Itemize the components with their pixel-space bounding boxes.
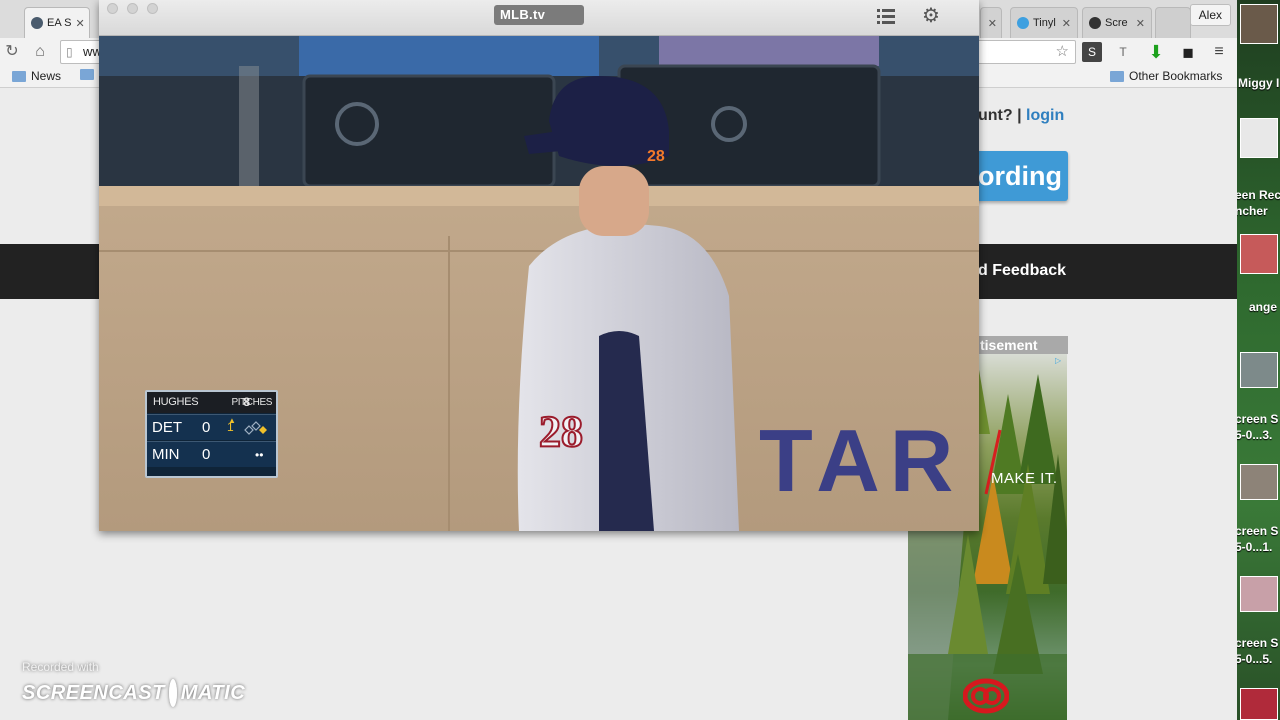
tab-tinyurl[interactable]: Tinyl ✕ xyxy=(1010,7,1078,38)
maximize-window-button[interactable] xyxy=(147,3,158,14)
creative-cloud-logo-icon xyxy=(963,678,1009,714)
player-titlebar[interactable]: MLB.tv ⚙ xyxy=(99,0,979,36)
tab-title: EA S xyxy=(47,17,72,29)
avatar xyxy=(1240,4,1278,44)
bookmark-other[interactable]: Other Bookmarks xyxy=(1110,69,1222,83)
brand-left: SCREENCAST xyxy=(22,681,165,704)
drive-icon xyxy=(1240,118,1278,158)
profile-button[interactable]: Alex xyxy=(1189,4,1231,26)
account-prompt: unt? | login xyxy=(978,107,1064,125)
contact-name: creen S xyxy=(1237,524,1279,538)
close-icon[interactable]: ✕ xyxy=(1136,17,1145,30)
tab-title: Scre xyxy=(1105,17,1128,29)
inning-indicator: ▲ 1 xyxy=(227,416,236,436)
home-team-name: MIN xyxy=(152,446,180,463)
extension-glasses-icon[interactable]: ◼ xyxy=(1178,42,1198,62)
feedback-link[interactable]: d Feedback xyxy=(978,262,1066,280)
folder-icon xyxy=(12,70,26,82)
thumbnail xyxy=(1240,688,1278,720)
login-link[interactable]: login xyxy=(1026,107,1064,124)
menu-icon[interactable]: ≡ xyxy=(1209,42,1229,62)
screencast-favicon-icon xyxy=(1089,17,1101,29)
close-window-button[interactable] xyxy=(107,3,118,14)
bookmark-label: News xyxy=(31,69,62,83)
contact-name: 5-0...1. xyxy=(1237,540,1273,554)
ea-favicon-icon xyxy=(31,17,43,29)
contact-name: ncher xyxy=(1237,204,1268,218)
gear-icon[interactable]: ⚙ xyxy=(921,6,941,26)
pitches-label: PITCHES xyxy=(231,397,272,408)
contacts-sidebar: Miggy I een Rec ncher ange creen S 5-0..… xyxy=(1237,0,1280,720)
wall-sign-text: TAR xyxy=(759,411,963,510)
contact-name: een Rec xyxy=(1237,188,1280,202)
thumbnail xyxy=(1240,352,1278,388)
home-team-row: MIN 0 •• xyxy=(147,441,276,467)
screencast-o-matic-logo: SCREENCAST MATIC xyxy=(22,678,245,708)
bookmark-folder[interactable] xyxy=(80,69,94,80)
folder-icon xyxy=(1110,70,1124,82)
contact-name: Miggy I xyxy=(1238,76,1280,90)
contact-name: creen S xyxy=(1237,636,1279,650)
contact-name: creen S xyxy=(1237,412,1279,426)
close-icon[interactable]: ✕ xyxy=(75,17,84,30)
contact-name: 5-0...5. xyxy=(1237,652,1273,666)
tab-partial[interactable]: ✕ xyxy=(980,7,1002,38)
close-icon[interactable]: ✕ xyxy=(988,17,997,30)
record-circle-icon xyxy=(168,679,177,707)
screencast-watermark: Recorded with SCREENCAST MATIC xyxy=(22,660,245,707)
away-team-row: DET 0 ▲ 1 xyxy=(147,414,276,440)
list-icon[interactable] xyxy=(877,7,895,25)
new-tab-button[interactable] xyxy=(1155,7,1191,38)
away-team-score: 0 xyxy=(202,419,211,436)
tab-screencast[interactable]: Scre ✕ xyxy=(1082,7,1152,38)
thumbnail xyxy=(1240,576,1278,612)
home-icon[interactable]: ⌂ xyxy=(30,42,50,62)
away-team-name: DET xyxy=(152,419,182,436)
scoreboard-overlay: HUGHES 8 PITCHES DET 0 ▲ 1 MIN 0 •• xyxy=(145,390,278,478)
start-recording-button[interactable]: ording xyxy=(972,151,1068,201)
download-arrow-icon[interactable]: ⬇ xyxy=(1146,42,1166,62)
folder-icon xyxy=(80,69,94,80)
helmet-number: 28 xyxy=(647,148,665,165)
avatar xyxy=(1240,234,1278,274)
pitcher-bar: HUGHES 8 PITCHES xyxy=(147,392,276,413)
pitcher-name: HUGHES xyxy=(153,396,199,408)
contact-name: 5-0...3. xyxy=(1237,428,1273,442)
bases-diamond-icon xyxy=(244,421,267,435)
extension-t-icon[interactable]: T xyxy=(1113,42,1133,62)
reload-icon[interactable]: ↻ xyxy=(2,42,22,62)
minimize-window-button[interactable] xyxy=(127,3,138,14)
mlb-tv-logo: MLB.tv xyxy=(494,5,584,25)
bookmark-news[interactable]: News xyxy=(12,69,61,83)
star-icon[interactable]: ☆ xyxy=(1056,41,1069,63)
home-team-score: 0 xyxy=(202,446,211,463)
extension-screencast-icon[interactable]: S xyxy=(1082,42,1102,62)
contact-name: ange xyxy=(1249,300,1278,314)
ad-tagline: MAKE IT. xyxy=(991,470,1058,487)
account-prefix: unt? | xyxy=(978,107,1027,124)
top-inning-arrow-icon: ▲ xyxy=(228,416,236,425)
jersey-number: 28 xyxy=(539,407,583,456)
page-icon: ▯ xyxy=(66,45,73,59)
brand-right: MATIC xyxy=(180,681,246,704)
adchoices-icon[interactable]: ▷ xyxy=(1055,356,1065,366)
close-icon[interactable]: ✕ xyxy=(1062,17,1071,30)
thumbnail xyxy=(1240,464,1278,500)
tab-title: Tinyl xyxy=(1033,17,1056,29)
tinyurl-favicon-icon xyxy=(1017,17,1029,29)
outs-indicator: •• xyxy=(255,448,264,462)
bookmark-label: Other Bookmarks xyxy=(1129,69,1223,83)
recorded-with-label: Recorded with xyxy=(22,660,99,674)
tab-ea[interactable]: EA S ✕ xyxy=(24,7,90,38)
advertisement-label: tisement xyxy=(978,336,1068,354)
mlb-tv-player-window[interactable]: MLB.tv ⚙ TAR 28 28 HUGHES 8 PITCHES DET … xyxy=(99,0,979,531)
